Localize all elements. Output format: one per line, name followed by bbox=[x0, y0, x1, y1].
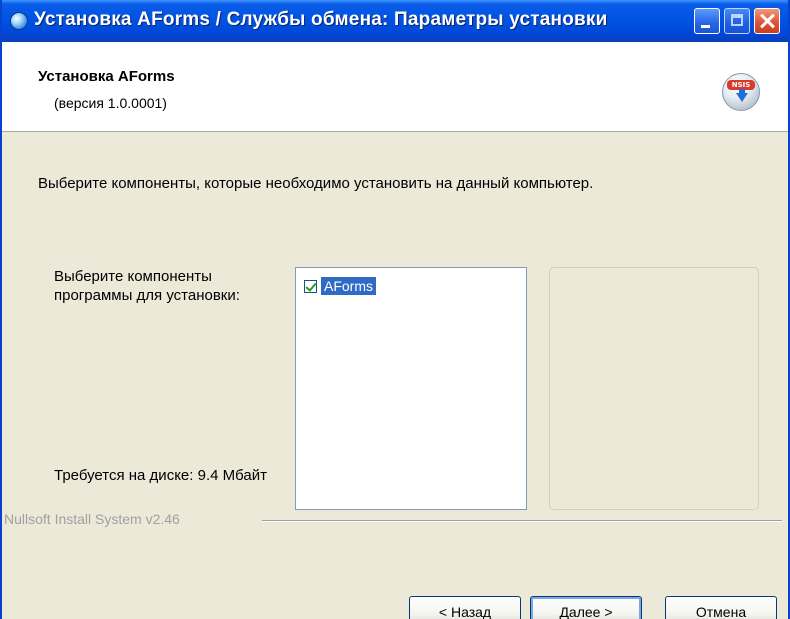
title-bar[interactable]: Установка AForms / Службы обмена: Параме… bbox=[2, 0, 788, 42]
disk-space-label: Требуется на диске: 9.4 Мбайт bbox=[54, 467, 267, 484]
nsis-install-icon: NSIS bbox=[722, 73, 760, 111]
maximize-icon[interactable] bbox=[724, 8, 750, 34]
minimize-icon[interactable] bbox=[694, 8, 720, 34]
next-button[interactable]: Далее > bbox=[530, 596, 642, 619]
header-version: (версия 1.0.0001) bbox=[54, 95, 167, 111]
header-title: Установка AForms bbox=[38, 68, 175, 85]
window-title: Установка AForms / Службы обмена: Параме… bbox=[34, 9, 608, 30]
cancel-button[interactable]: Отмена bbox=[665, 596, 777, 619]
select-components-label: Выберите компоненты программы для устано… bbox=[54, 268, 240, 304]
intro-text: Выберите компоненты, которые необходимо … bbox=[38, 175, 594, 192]
component-label[interactable]: AForms bbox=[321, 277, 376, 295]
description-box bbox=[549, 267, 759, 510]
tree-item[interactable]: AForms bbox=[304, 276, 376, 296]
back-button[interactable]: < Назад bbox=[409, 596, 521, 619]
branding-divider bbox=[262, 520, 782, 522]
branding-text: Nullsoft Install System v2.46 bbox=[4, 511, 180, 527]
close-icon[interactable] bbox=[754, 8, 780, 34]
component-checkbox[interactable] bbox=[304, 279, 317, 293]
installer-globe-icon bbox=[10, 12, 28, 30]
header-panel: Установка AForms (версия 1.0.0001) NSIS bbox=[2, 42, 788, 132]
installer-window: Установка AForms / Службы обмена: Параме… bbox=[0, 0, 790, 619]
components-tree[interactable]: AForms bbox=[295, 267, 527, 510]
